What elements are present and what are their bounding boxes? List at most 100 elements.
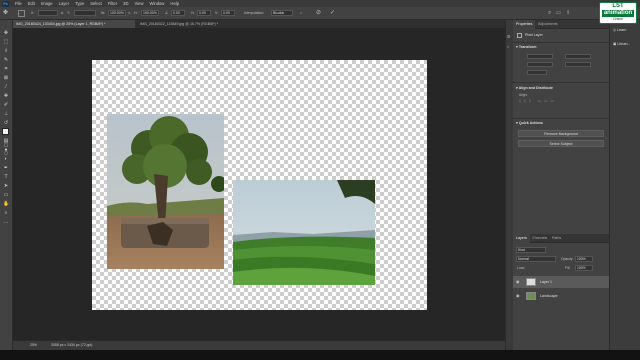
history-icon[interactable]: ⊞ xyxy=(507,34,510,39)
width-percent-field[interactable]: 100.00% xyxy=(108,10,126,16)
transform-w-field[interactable] xyxy=(527,54,553,59)
zoom-level[interactable]: 25% xyxy=(30,341,37,350)
watermark-line-2: animation xyxy=(602,10,634,17)
tools-panel: ✥ ⬚ ℓ ✎ ⌗ ⊠ ⁄ ✚ ✐ ⊥ ↺ ◇ ▤ ● ◐ ✒ T ➤ ▭ ✋ … xyxy=(0,20,13,350)
lasso-tool-icon[interactable]: ℓ xyxy=(3,48,9,54)
collapsed-panel-strip: ⊞ ◐ xyxy=(505,20,513,350)
layer-name[interactable]: Landscape xyxy=(540,290,558,302)
link-icon[interactable]: Δ xyxy=(61,10,63,16)
x-field[interactable] xyxy=(38,10,58,16)
landscape-photo-layer[interactable] xyxy=(233,180,375,285)
menu-window[interactable]: Window xyxy=(147,0,168,7)
h-label: H: xyxy=(134,11,138,15)
dodge-tool-icon[interactable]: ◐ xyxy=(3,156,9,162)
search-icon[interactable]: ⌕ xyxy=(548,10,551,16)
warp-icon[interactable]: ⌗ xyxy=(300,10,302,16)
tab-document-2[interactable]: IMG_20180322_115849.jpg @ 16.7% (RGB/8*)… xyxy=(137,20,255,28)
h-skew-field[interactable]: 0.00 xyxy=(197,10,211,16)
lock-label: Lock: xyxy=(517,266,526,270)
document-info[interactable]: 3058 px x 2434 px (72 ppi) xyxy=(51,341,92,350)
menu-select[interactable]: Select xyxy=(87,0,105,7)
share-icon[interactable]: ⇪ xyxy=(566,10,570,16)
transform-y-field[interactable] xyxy=(565,62,591,67)
quick-actions-section-title[interactable]: ▾ Quick Actions xyxy=(516,121,543,125)
y-field[interactable] xyxy=(74,10,96,16)
quick-select-tool-icon[interactable]: ✎ xyxy=(3,57,9,63)
divider xyxy=(513,118,609,119)
menu-view[interactable]: View xyxy=(132,0,147,7)
align-title: Align and Distribute xyxy=(518,86,553,90)
transform-h-field[interactable] xyxy=(527,62,553,67)
align-section-title[interactable]: ▾ Align and Distribute xyxy=(516,86,553,90)
path-select-icon[interactable]: ➤ xyxy=(3,183,9,189)
tab-channels[interactable]: Channels xyxy=(529,234,550,243)
constrain-link-icon[interactable]: ∞ xyxy=(128,10,131,16)
menu-help[interactable]: Help xyxy=(167,0,182,7)
select-subject-button[interactable]: Select Subject xyxy=(518,140,604,147)
visibility-eye-icon[interactable]: ◉ xyxy=(516,279,521,285)
menu-filter[interactable]: Filter xyxy=(105,0,120,7)
layer-row-landscape[interactable]: ◉ Landscape xyxy=(513,290,609,302)
x-label: X: xyxy=(31,11,35,15)
visibility-eye-icon[interactable]: ◉ xyxy=(516,293,521,299)
angle-field[interactable]: 0.00 xyxy=(171,10,185,16)
type-tool-icon[interactable]: T xyxy=(3,174,9,180)
opacity-field[interactable]: 100% xyxy=(575,256,593,262)
menu-file[interactable]: File xyxy=(12,0,25,7)
align-buttons-icon[interactable]: ▯▯▯ ▭▭▭ xyxy=(519,99,599,103)
layer-name[interactable]: Layer 1 xyxy=(540,276,552,288)
frame-tool-icon[interactable]: ⊠ xyxy=(3,75,9,81)
remove-background-button[interactable]: Remove Background xyxy=(518,130,604,137)
transform-x-field[interactable] xyxy=(565,54,591,59)
transform-angle-field[interactable] xyxy=(527,70,547,75)
tab-adjustments[interactable]: Adjustments xyxy=(535,20,561,29)
rectangle-tool-icon[interactable]: ▭ xyxy=(3,192,9,198)
layer-filter-select[interactable]: Kind xyxy=(516,247,546,253)
menu-layer[interactable]: Layer xyxy=(56,0,72,7)
fill-field[interactable]: 100% xyxy=(575,265,593,271)
menu-edit[interactable]: Edit xyxy=(25,0,38,7)
brush-tool-icon[interactable]: ✐ xyxy=(3,102,9,108)
menu-image[interactable]: Image xyxy=(38,0,56,7)
move-tool-icon[interactable]: ✥ xyxy=(3,30,9,36)
crop-tool-icon[interactable]: ⌗ xyxy=(3,66,9,72)
layers-tabs: Layers Channels Paths xyxy=(513,234,609,243)
more-tools-icon[interactable]: … xyxy=(3,219,9,225)
menu-type[interactable]: Type xyxy=(72,0,87,7)
watermark-line-1: LST xyxy=(612,3,624,9)
move-tool-icon[interactable]: ✥ xyxy=(3,10,10,17)
adjust-icon[interactable]: ◐ xyxy=(507,44,509,49)
pen-tool-icon[interactable]: ✒ xyxy=(3,165,9,171)
tree-photo-layer[interactable] xyxy=(107,114,224,269)
blend-mode-select[interactable]: Normal xyxy=(516,256,556,262)
layer-row-layer-1[interactable]: ◉ Layer 1 xyxy=(513,276,609,288)
marquee-tool-icon[interactable]: ⬚ xyxy=(3,39,9,45)
height-percent-field[interactable]: 100.00% xyxy=(141,10,159,16)
menu-3d[interactable]: 3D xyxy=(120,0,131,7)
zoom-tool-icon[interactable]: ⌕ xyxy=(3,210,9,216)
tab-document-1[interactable]: IMG_20180424_103404.jpg @ 25% (Layer 1, … xyxy=(13,20,135,28)
healing-brush-icon[interactable]: ✚ xyxy=(3,93,9,99)
quick-mask-icon[interactable]: ◯ xyxy=(3,142,9,148)
screen-mode-icon[interactable]: ▢ xyxy=(3,150,9,156)
clone-stamp-icon[interactable]: ⊥ xyxy=(3,111,9,117)
photoshop-logo-icon[interactable]: Ps xyxy=(2,0,9,7)
tab-properties[interactable]: Properties xyxy=(513,20,536,29)
reference-point-icon[interactable] xyxy=(18,10,25,17)
tab-paths[interactable]: Paths xyxy=(549,234,564,243)
eyedropper-tool-icon[interactable]: ⁄ xyxy=(3,84,9,90)
v-skew-field[interactable]: 0.00 xyxy=(221,10,235,16)
document-tabs: IMG_20180424_103404.jpg @ 25% (Layer 1, … xyxy=(13,20,505,28)
options-bar: ✥ X: Δ Y: W: 100.00% ∞ H: 100.00% ∠ 0.00… xyxy=(0,7,640,20)
commit-transform-icon[interactable]: ✓ xyxy=(330,10,335,16)
history-brush-icon[interactable]: ↺ xyxy=(3,120,9,126)
tab-layers[interactable]: Layers xyxy=(513,234,530,243)
transform-section-title[interactable]: ▾ Transform xyxy=(516,45,536,49)
dock-learn[interactable]: ◎ Learn xyxy=(613,28,626,32)
foreground-color-swatch[interactable] xyxy=(2,128,9,135)
workspace-icon[interactable]: ▭ xyxy=(556,10,561,16)
interpolation-select[interactable]: Bicubic xyxy=(271,10,293,16)
cancel-transform-icon[interactable]: ⊘ xyxy=(316,10,321,16)
hand-tool-icon[interactable]: ✋ xyxy=(3,201,9,207)
dock-libraries[interactable]: ▣ Librari... xyxy=(613,42,630,46)
